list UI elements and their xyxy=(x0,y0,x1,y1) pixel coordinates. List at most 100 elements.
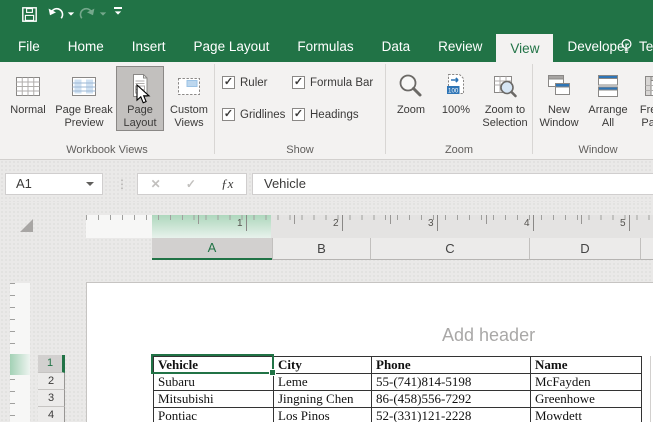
page-break-preview-icon xyxy=(69,68,99,104)
cell-c1[interactable]: Phone xyxy=(372,357,531,374)
select-all-button[interactable] xyxy=(20,219,33,232)
page-layout-view-label: Page Layout xyxy=(123,104,157,129)
custom-views-label: Custom Views xyxy=(170,104,208,129)
add-header-placeholder[interactable]: Add header xyxy=(442,325,535,346)
zoom-label: Zoom xyxy=(396,104,426,116)
freeze-panes-label: Freeze Panes xyxy=(639,104,653,129)
tab-home[interactable]: Home xyxy=(54,30,118,62)
save-button[interactable] xyxy=(22,7,37,22)
cell-c3[interactable]: 86-(458)556-7292 xyxy=(372,391,531,408)
page-break-preview-label: Page Break Preview xyxy=(55,104,113,129)
save-icon xyxy=(22,7,37,22)
cell-b2[interactable]: Leme xyxy=(274,374,372,391)
excel-window: File Home Insert Page Layout Formulas Da… xyxy=(0,0,653,422)
formula-bar-checkbox-label: Formula Bar xyxy=(310,76,374,89)
cell-a4[interactable]: Pontiac xyxy=(154,408,274,422)
headings-checkbox-label: Headings xyxy=(310,108,359,121)
worksheet-canvas: 1 2 3 4 5 A B C D 1 2 3 4 Add header Veh… xyxy=(0,202,653,422)
ruler-unit: 5 xyxy=(620,218,626,229)
column-header-c[interactable]: C xyxy=(370,238,529,260)
arrange-all-label: Arrange All xyxy=(588,104,628,129)
lightbulb-icon xyxy=(621,38,632,53)
group-label-show: Show xyxy=(286,144,314,156)
ruler-unit: 1 xyxy=(237,218,243,229)
tab-file[interactable]: File xyxy=(4,30,54,62)
customize-qat-button[interactable] xyxy=(114,7,122,15)
page-break-preview-button[interactable]: Page Break Preview xyxy=(52,66,116,130)
ribbon: Normal Page Break Preview Page Layout Cu… xyxy=(0,62,653,160)
cell-d3[interactable]: Greenhowe xyxy=(531,391,642,408)
tell-me[interactable]: Tell me xyxy=(620,30,653,62)
gridlines-checkbox-label: Gridlines xyxy=(240,108,286,121)
normal-view-icon xyxy=(13,68,43,104)
page: Add header Vehicle City Phone Name Subar… xyxy=(86,282,653,422)
enter-icon[interactable]: ✓ xyxy=(186,177,196,191)
zoom-button[interactable]: Zoom xyxy=(388,66,434,117)
undo-button[interactable] xyxy=(47,7,75,21)
custom-views-icon xyxy=(174,68,204,104)
zoom-100-button[interactable]: 100 100% xyxy=(434,66,478,117)
cancel-icon[interactable]: ✕ xyxy=(151,177,161,191)
cell-d2[interactable]: McFayden xyxy=(531,374,642,391)
formula-buttons-panel: ✕ ✓ ƒx xyxy=(137,173,247,195)
new-window-button[interactable]: New Window xyxy=(534,66,584,130)
formula-input[interactable]: Vehicle xyxy=(252,173,653,195)
ruler-checkbox[interactable]: ✓ Ruler xyxy=(222,76,267,89)
row-header-2[interactable]: 2 xyxy=(38,373,65,390)
name-box[interactable]: A1 xyxy=(5,173,103,195)
cell-b4[interactable]: Los Pinos xyxy=(274,408,372,422)
row-header-3[interactable]: 3 xyxy=(38,390,65,407)
redo-dropdown-caret xyxy=(99,12,107,16)
freeze-panes-icon xyxy=(642,68,653,104)
tab-review[interactable]: Review xyxy=(424,30,496,62)
row-header-4[interactable]: 4 xyxy=(38,407,65,422)
column-header-e[interactable] xyxy=(640,238,653,260)
formula-bar-checkbox[interactable]: ✓ Formula Bar xyxy=(292,76,373,89)
arrange-all-icon xyxy=(593,68,623,104)
zoom-to-selection-label: Zoom to Selection xyxy=(482,104,528,129)
row-header-1[interactable]: 1 xyxy=(38,355,65,373)
cell-a3[interactable]: Mitsubishi xyxy=(154,391,274,408)
group-separator xyxy=(532,64,533,154)
redo-icon xyxy=(79,7,95,19)
group-label-window: Window xyxy=(578,144,618,156)
normal-view-button[interactable]: Normal xyxy=(4,66,52,117)
tab-insert[interactable]: Insert xyxy=(118,30,180,62)
custom-views-button[interactable]: Custom Views xyxy=(164,66,214,130)
cell-a2[interactable]: Subaru xyxy=(154,374,274,391)
gridline xyxy=(650,356,651,422)
tab-formulas[interactable]: Formulas xyxy=(283,30,367,62)
ruler-unit: 3 xyxy=(428,218,434,229)
checkbox-checked-icon: ✓ xyxy=(222,108,235,121)
freeze-panes-button[interactable]: Freeze Panes xyxy=(632,66,653,130)
arrange-all-button[interactable]: Arrange All xyxy=(584,66,632,130)
tab-page-layout[interactable]: Page Layout xyxy=(180,30,284,62)
column-header-a[interactable]: A xyxy=(152,238,272,260)
cell-b3[interactable]: Jingning Chen xyxy=(274,391,372,408)
column-header-d[interactable]: D xyxy=(529,238,640,260)
formula-bar-divider: ⋮ xyxy=(116,177,128,191)
headings-checkbox[interactable]: ✓ Headings xyxy=(292,108,359,121)
tell-me-label: Tell me xyxy=(639,38,653,54)
cell-d1[interactable]: Name xyxy=(531,357,642,374)
zoom-to-selection-button[interactable]: Zoom to Selection xyxy=(478,66,532,130)
tab-view[interactable]: View xyxy=(496,34,554,62)
page-layout-view-button[interactable]: Page Layout xyxy=(116,66,164,131)
group-label-zoom: Zoom xyxy=(444,144,474,156)
ruler-minor-ticks xyxy=(10,283,15,422)
tab-data[interactable]: Data xyxy=(368,30,425,62)
gridlines-checkbox[interactable]: ✓ Gridlines xyxy=(222,108,285,121)
new-window-icon xyxy=(544,68,574,104)
cell-c2[interactable]: 55-(741)814-5198 xyxy=(372,374,531,391)
svg-text:100: 100 xyxy=(448,87,459,94)
redo-button[interactable] xyxy=(79,7,107,21)
cell-d4[interactable]: Mowdett xyxy=(531,408,642,422)
column-header-b[interactable]: B xyxy=(272,238,370,260)
ruler-checkbox-label: Ruler xyxy=(240,76,268,89)
zoom-icon xyxy=(396,68,426,104)
undo-icon xyxy=(48,7,64,19)
cell-c4[interactable]: 52-(331)121-2228 xyxy=(372,408,531,422)
cell-b1[interactable]: City xyxy=(274,357,372,374)
insert-function-icon[interactable]: ƒx xyxy=(221,176,233,192)
name-box-caret-icon xyxy=(86,182,94,186)
